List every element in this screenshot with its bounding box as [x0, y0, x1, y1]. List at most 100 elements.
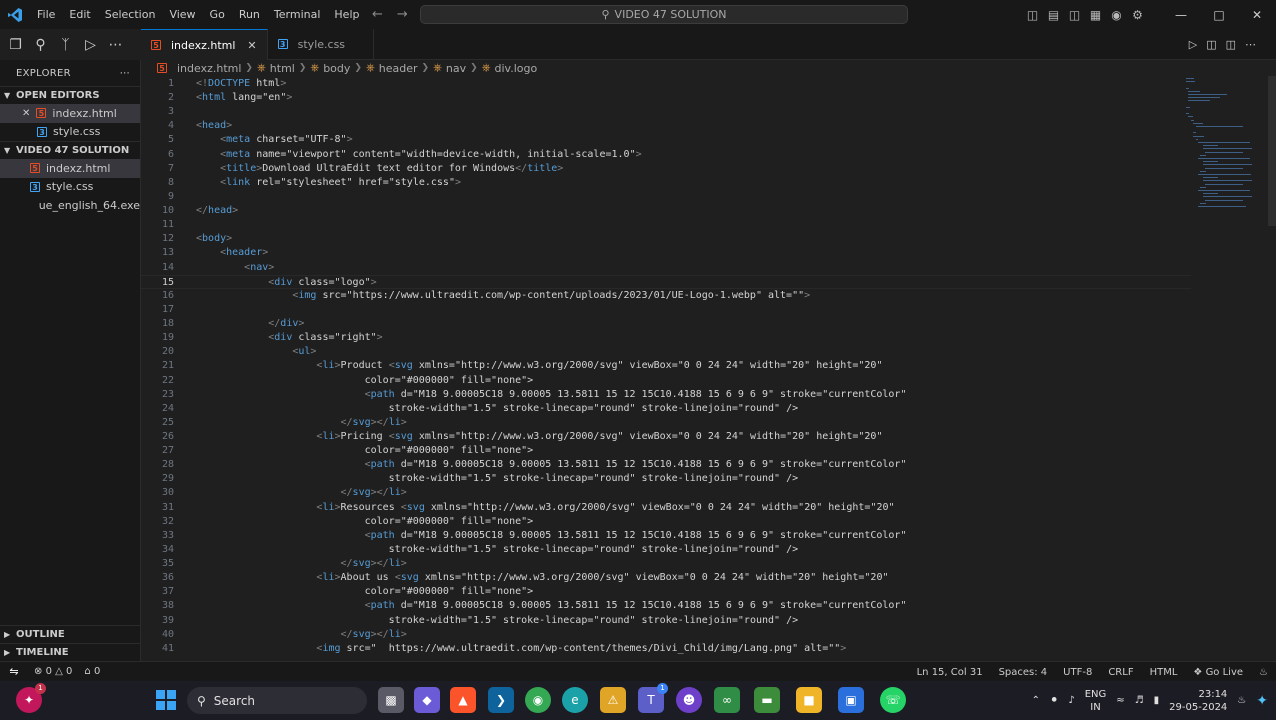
explorer-icon[interactable]: ❐	[3, 29, 28, 60]
timeline-section[interactable]: ▶ TIMELINE	[0, 643, 140, 661]
code-line[interactable]: 23 <path d="M18 9.00005C18 9.00005 13.58…	[141, 388, 1191, 402]
gear-icon[interactable]: ⚙	[1127, 0, 1148, 29]
windows-start-icon[interactable]	[153, 687, 179, 713]
task-view-icon[interactable]: ▩	[378, 687, 404, 713]
end-of-line[interactable]: CRLF	[1108, 667, 1133, 678]
menu-item-view[interactable]: View	[162, 0, 202, 29]
app-icon[interactable]: ▬	[754, 687, 780, 713]
code-line[interactable]: 8 <link rel="stylesheet" href="style.css…	[141, 176, 1191, 190]
code-line[interactable]: 22 color="#000000" fill="none">	[141, 374, 1191, 388]
app-tray-icon[interactable]: ⚫	[1050, 695, 1058, 706]
toggle-sidebar-icon[interactable]: ◫	[1022, 0, 1043, 29]
vscode-taskbar-icon[interactable]: ❯	[488, 687, 514, 713]
close-window-icon[interactable]: ✕	[1238, 0, 1276, 29]
store-icon[interactable]: ▣	[838, 687, 864, 713]
code-line[interactable]: 26 <li>Pricing <svg xmlns="http://www.w3…	[141, 430, 1191, 444]
code-line[interactable]: 21 <li>Product <svg xmlns="http://www.w3…	[141, 359, 1191, 373]
breadcrumb-item[interactable]: body	[323, 62, 350, 75]
code-line[interactable]: 30 </svg></li>	[141, 486, 1191, 500]
code-line[interactable]: 41 <img src=" https://www.ultraedit.com/…	[141, 642, 1191, 656]
command-center[interactable]: ⚲ VIDEO 47 SOLUTION	[420, 5, 908, 24]
menu-item-file[interactable]: File	[30, 0, 62, 29]
more-actions-icon[interactable]: ⋯	[120, 68, 130, 79]
menu-item-go[interactable]: Go	[203, 0, 232, 29]
volume-icon[interactable]: ♬	[1135, 695, 1144, 706]
toggle-panel-icon[interactable]: ▤	[1043, 0, 1064, 29]
whatsapp-icon[interactable]: ☏	[880, 687, 906, 713]
app-icon[interactable]: ⚠	[600, 687, 626, 713]
file-item[interactable]: ue_english_64.exe	[0, 196, 140, 215]
open-editor-item[interactable]: 3 style.css	[0, 123, 140, 142]
breadcrumb-item[interactable]: nav	[446, 62, 466, 75]
code-line[interactable]: 40 </svg></li>	[141, 628, 1191, 642]
github-icon[interactable]: ☻	[676, 687, 702, 713]
remote-icon[interactable]: ⇋	[0, 662, 28, 682]
workspace-section[interactable]: ▼ VIDEO 47 SOLUTION	[0, 141, 140, 159]
split-editor-icon[interactable]: ◫	[1226, 38, 1236, 51]
problems-status[interactable]: ⊗ 0 △ 0	[34, 666, 72, 677]
toggle-secondary-sidebar-icon[interactable]: ◫	[1064, 0, 1085, 29]
code-line[interactable]: 33 <path d="M18 9.00005C18 9.00005 13.58…	[141, 529, 1191, 543]
tab-indexz-html[interactable]: 5 indexz.html ✕	[141, 29, 268, 60]
code-line[interactable]: 25 </svg></li>	[141, 416, 1191, 430]
code-line[interactable]: 32 color="#000000" fill="none">	[141, 515, 1191, 529]
code-line[interactable]: 38 <path d="M18 9.00005C18 9.00005 13.58…	[141, 599, 1191, 613]
code-line[interactable]: 28 <path d="M18 9.00005C18 9.00005 13.58…	[141, 458, 1191, 472]
breadcrumb-item[interactable]: div.logo	[495, 62, 538, 75]
code-line[interactable]: 34 stroke-width="1.5" stroke-linecap="ro…	[141, 543, 1191, 557]
notification-bell-icon[interactable]: ♨	[1237, 695, 1246, 706]
wifi-icon[interactable]: ≈	[1116, 695, 1124, 706]
more-actions-icon[interactable]: ⋯	[1245, 38, 1256, 51]
code-line[interactable]: 24 stroke-width="1.5" stroke-linecap="ro…	[141, 402, 1191, 416]
code-line[interactable]: 2 <html lang="en">	[141, 91, 1191, 105]
clock[interactable]: 23:14 29-05-2024	[1169, 688, 1227, 714]
code-line[interactable]: 12 <body>	[141, 232, 1191, 246]
vertical-scrollbar[interactable]	[1268, 76, 1276, 226]
code-line[interactable]: 7 <title>Download UltraEdit text editor …	[141, 162, 1191, 176]
cursor-position[interactable]: Ln 15, Col 31	[917, 667, 983, 678]
code-line[interactable]: 10 </head>	[141, 204, 1191, 218]
brave-browser-icon[interactable]: ▲	[450, 687, 476, 713]
file-item[interactable]: 3 style.css	[0, 178, 140, 197]
more-icon[interactable]: ⋯	[103, 29, 128, 60]
code-line[interactable]: 11	[141, 218, 1191, 232]
source-control-icon[interactable]: ᛉ	[53, 29, 78, 60]
code-line[interactable]: 19 <div class="right">	[141, 331, 1191, 345]
code-line[interactable]: 31 <li>Resources <svg xmlns="http://www.…	[141, 501, 1191, 515]
code-line[interactable]: 3	[141, 105, 1191, 119]
code-line[interactable]: 18 </div>	[141, 317, 1191, 331]
menu-item-terminal[interactable]: Terminal	[267, 0, 328, 29]
code-line[interactable]: 16 <img src="https://www.ultraedit.com/w…	[141, 289, 1191, 303]
code-line[interactable]: 37 color="#000000" fill="none">	[141, 585, 1191, 599]
back-arrow-icon[interactable]: ←	[372, 7, 383, 22]
code-line[interactable]: 5 <meta charset="UTF-8">	[141, 133, 1191, 147]
language-mode[interactable]: HTML	[1150, 667, 1178, 678]
code-line[interactable]: 29 stroke-width="1.5" stroke-linecap="ro…	[141, 472, 1191, 486]
code-line[interactable]: 6 <meta name="viewport" content="width=d…	[141, 148, 1191, 162]
breadcrumb-item[interactable]: indexz.html	[177, 62, 241, 75]
menu-item-run[interactable]: Run	[232, 0, 267, 29]
file-explorer-icon[interactable]: ■	[796, 687, 822, 713]
search-icon[interactable]: ⚲	[28, 29, 53, 60]
code-line[interactable]: 9	[141, 190, 1191, 204]
copilot-widget-icon[interactable]: ✦ 1	[16, 683, 46, 713]
language-indicator[interactable]: ENG IN	[1085, 688, 1107, 714]
teams-icon[interactable]: T1	[638, 683, 668, 713]
minimap[interactable]	[1186, 76, 1266, 246]
code-line[interactable]: 39 stroke-width="1.5" stroke-linecap="ro…	[141, 614, 1191, 628]
code-line[interactable]: 27 color="#000000" fill="none">	[141, 444, 1191, 458]
battery-icon[interactable]: ▮	[1154, 695, 1160, 706]
indentation[interactable]: Spaces: 4	[999, 667, 1048, 678]
ports-status[interactable]: ⌂ 0	[84, 666, 100, 677]
taskbar-search[interactable]: ⚲ Search	[187, 687, 367, 714]
open-editors-section[interactable]: ▼ OPEN EDITORS	[0, 86, 140, 104]
copilot-icon[interactable]: ✦	[1256, 693, 1268, 709]
run-icon[interactable]: ▷	[1189, 38, 1197, 51]
menu-item-selection[interactable]: Selection	[98, 0, 163, 29]
code-line[interactable]: 35 </svg></li>	[141, 557, 1191, 571]
app-icon[interactable]: ◆	[414, 687, 440, 713]
file-item[interactable]: 5 indexz.html	[0, 159, 140, 178]
forward-arrow-icon[interactable]: →	[397, 7, 408, 22]
code-line[interactable]: 20 <ul>	[141, 345, 1191, 359]
chrome-icon[interactable]: ◉	[525, 687, 551, 713]
